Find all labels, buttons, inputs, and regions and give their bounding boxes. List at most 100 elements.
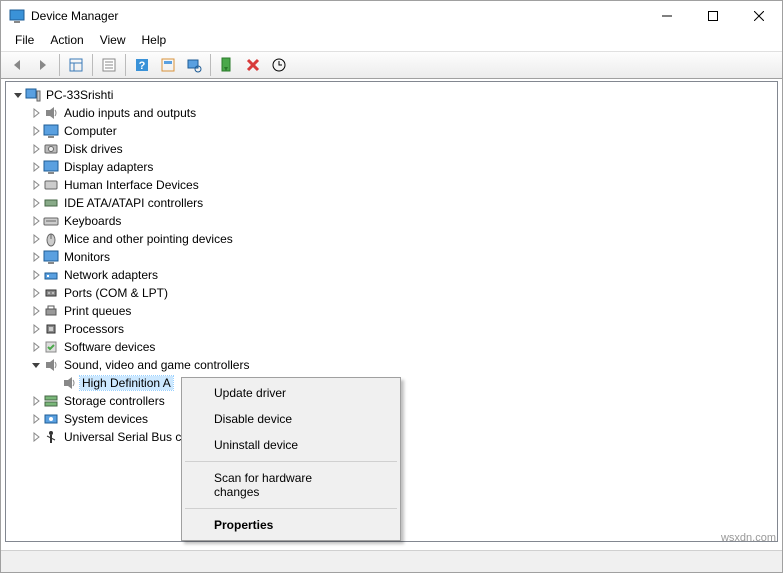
- tree-item-label: Display adapters: [62, 160, 155, 174]
- statusbar: [1, 550, 782, 572]
- tree-item-label: Ports (COM & LPT): [62, 286, 170, 300]
- tree-category[interactable]: Disk drives: [6, 140, 777, 158]
- tree-item-label: PC-33Srishti: [44, 88, 115, 102]
- tree-item-label: Monitors: [62, 250, 112, 264]
- watermark: wsxdn.com: [721, 532, 776, 544]
- disclosure-icon[interactable]: [30, 252, 42, 262]
- ide-icon: [43, 195, 59, 211]
- forward-button[interactable]: [31, 53, 55, 77]
- disclosure-icon[interactable]: [30, 216, 42, 226]
- update-button[interactable]: [267, 53, 291, 77]
- help-button[interactable]: ?: [130, 53, 154, 77]
- menu-file[interactable]: File: [7, 31, 42, 51]
- port-icon: [43, 285, 59, 301]
- scan-button[interactable]: [182, 53, 206, 77]
- disclosure-icon[interactable]: [30, 342, 42, 352]
- menubar: File Action View Help: [1, 31, 782, 51]
- tree-category[interactable]: Ports (COM & LPT): [6, 284, 777, 302]
- tree-category[interactable]: Monitors: [6, 248, 777, 266]
- back-button[interactable]: [5, 53, 29, 77]
- disclosure-icon[interactable]: [30, 198, 42, 208]
- tree-category[interactable]: Audio inputs and outputs: [6, 104, 777, 122]
- tree-item-label: Audio inputs and outputs: [62, 106, 198, 120]
- monitor-icon: [43, 159, 59, 175]
- tree-category[interactable]: Human Interface Devices: [6, 176, 777, 194]
- disclosure-icon[interactable]: [30, 396, 42, 406]
- tree-item-label: Universal Serial Bus c: [62, 430, 183, 444]
- menu-view[interactable]: View: [92, 31, 134, 51]
- disclosure-icon[interactable]: [30, 108, 42, 118]
- disclosure-icon[interactable]: [30, 432, 42, 442]
- maximize-button[interactable]: [690, 1, 736, 31]
- mouse-icon: [43, 231, 59, 247]
- ctx-update-driver[interactable]: Update driver: [184, 380, 398, 406]
- tree-item-label: IDE ATA/ATAPI controllers: [62, 196, 205, 210]
- svg-text:?: ?: [139, 60, 146, 72]
- disclosure-icon[interactable]: [30, 234, 42, 244]
- minimize-button[interactable]: [644, 1, 690, 31]
- tree-root[interactable]: PC-33Srishti: [6, 86, 777, 104]
- menu-action[interactable]: Action: [42, 31, 91, 51]
- tree-item-label: Computer: [62, 124, 119, 138]
- tree-item-label: Mice and other pointing devices: [62, 232, 235, 246]
- monitor-icon: [43, 249, 59, 265]
- tree-category[interactable]: Sound, video and game controllers: [6, 356, 777, 374]
- action-button[interactable]: [156, 53, 180, 77]
- printer-icon: [43, 303, 59, 319]
- disclosure-icon[interactable]: [30, 180, 42, 190]
- tree-item-label: Print queues: [62, 304, 133, 318]
- disclosure-icon[interactable]: [30, 324, 42, 334]
- app-icon: [9, 8, 25, 24]
- ctx-properties[interactable]: Properties: [184, 512, 398, 538]
- disclosure-icon[interactable]: [30, 414, 42, 424]
- storage-icon: [43, 393, 59, 409]
- disclosure-icon[interactable]: [12, 90, 24, 100]
- tree-item-label: Software devices: [62, 340, 157, 354]
- tree-category[interactable]: Processors: [6, 320, 777, 338]
- monitor-icon: [43, 123, 59, 139]
- context-menu: Update driver Disable device Uninstall d…: [181, 377, 401, 541]
- tree-item-label: System devices: [62, 412, 150, 426]
- disclosure-icon[interactable]: [30, 360, 42, 370]
- speaker-icon: [43, 357, 59, 373]
- disclosure-icon[interactable]: [30, 144, 42, 154]
- enable-button[interactable]: [215, 53, 239, 77]
- menu-help[interactable]: Help: [134, 31, 175, 51]
- titlebar: Device Manager: [1, 1, 782, 31]
- show-hide-tree-button[interactable]: [64, 53, 88, 77]
- hid-icon: [43, 177, 59, 193]
- uninstall-button[interactable]: [241, 53, 265, 77]
- tree-category[interactable]: Network adapters: [6, 266, 777, 284]
- tree-category[interactable]: Mice and other pointing devices: [6, 230, 777, 248]
- tree-item-label: Sound, video and game controllers: [62, 358, 251, 372]
- ctx-uninstall-device[interactable]: Uninstall device: [184, 432, 398, 458]
- speaker-icon: [43, 105, 59, 121]
- speaker-icon: [61, 375, 77, 391]
- disclosure-icon[interactable]: [30, 288, 42, 298]
- close-button[interactable]: [736, 1, 782, 31]
- cpu-icon: [43, 321, 59, 337]
- disclosure-icon[interactable]: [30, 162, 42, 172]
- disclosure-icon[interactable]: [30, 126, 42, 136]
- system-icon: [43, 411, 59, 427]
- tree-category[interactable]: Print queues: [6, 302, 777, 320]
- tree-item-label: Disk drives: [62, 142, 125, 156]
- tree-item-label: Human Interface Devices: [62, 178, 201, 192]
- tree-category[interactable]: Computer: [6, 122, 777, 140]
- keyboard-icon: [43, 213, 59, 229]
- disclosure-icon[interactable]: [30, 270, 42, 280]
- disk-icon: [43, 141, 59, 157]
- tree-category[interactable]: Display adapters: [6, 158, 777, 176]
- network-icon: [43, 267, 59, 283]
- tree-item-label: Network adapters: [62, 268, 160, 282]
- ctx-disable-device[interactable]: Disable device: [184, 406, 398, 432]
- tree-category[interactable]: Keyboards: [6, 212, 777, 230]
- tree-item-label: Keyboards: [62, 214, 123, 228]
- properties-button[interactable]: [97, 53, 121, 77]
- tree-category[interactable]: Software devices: [6, 338, 777, 356]
- disclosure-icon[interactable]: [30, 306, 42, 316]
- toolbar: ?: [1, 51, 782, 79]
- ctx-scan-hardware[interactable]: Scan for hardware changes: [184, 465, 398, 505]
- tree-item-label: High Definition A: [80, 376, 173, 390]
- tree-category[interactable]: IDE ATA/ATAPI controllers: [6, 194, 777, 212]
